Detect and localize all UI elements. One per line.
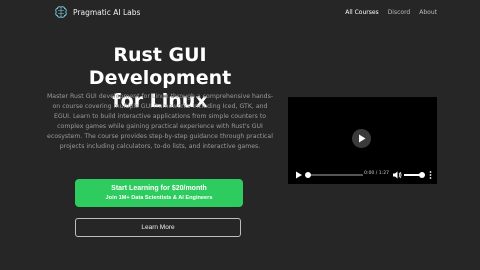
volume-knob[interactable]: [419, 172, 425, 178]
volume-icon[interactable]: [393, 171, 402, 179]
play-icon[interactable]: [295, 171, 303, 179]
title-line-1: Rust GUI Development: [88, 44, 232, 89]
nav-about[interactable]: About: [419, 9, 437, 16]
learn-more-button[interactable]: Learn More: [75, 218, 241, 237]
course-description: Master Rust GUI development for Linux th…: [46, 93, 274, 151]
play-icon: [358, 134, 365, 143]
time-display: 0:00 / 1:27: [364, 171, 390, 176]
video-player[interactable]: 0:00 / 1:27: [288, 97, 437, 184]
video-controls: 0:00 / 1:27: [288, 168, 437, 182]
brain-logo-icon: [55, 6, 67, 18]
seek-bar[interactable]: [305, 172, 363, 178]
volume-slider[interactable]: [404, 172, 425, 178]
main-nav: All Courses Discord About: [345, 9, 437, 16]
top-navbar: Pragmatic AI Labs All Courses Discord Ab…: [0, 0, 480, 24]
start-learning-label: Start Learning for $20/month: [111, 184, 207, 192]
start-learning-button[interactable]: Start Learning for $20/month Join 1M+ Da…: [75, 179, 243, 207]
seek-knob[interactable]: [305, 172, 311, 178]
join-community-label: Join 1M+ Data Scientists & AI Engineers: [105, 194, 213, 201]
nav-discord[interactable]: Discord: [388, 9, 411, 16]
brand-name: Pragmatic AI Labs: [73, 7, 141, 17]
big-play-button[interactable]: [352, 129, 371, 148]
nav-all-courses[interactable]: All Courses: [345, 9, 378, 16]
more-options-icon[interactable]: [429, 171, 432, 179]
brand[interactable]: Pragmatic AI Labs: [54, 5, 140, 19]
